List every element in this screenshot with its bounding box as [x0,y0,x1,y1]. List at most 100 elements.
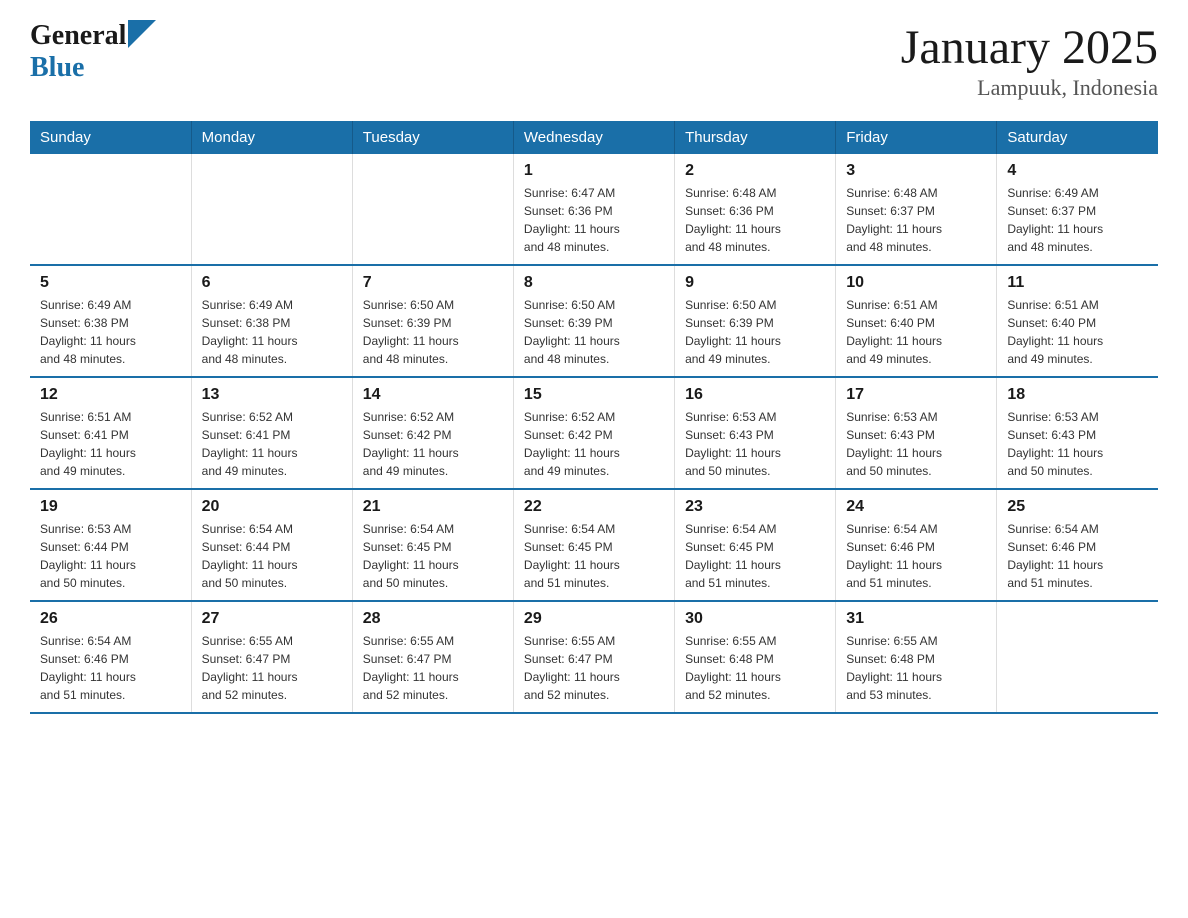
calendar-cell: 24 Sunrise: 6:54 AM Sunset: 6:46 PM Dayli… [836,489,997,601]
day-info: Sunrise: 6:53 AM Sunset: 6:44 PM Dayligh… [40,520,181,592]
day-info: Sunrise: 6:50 AM Sunset: 6:39 PM Dayligh… [685,296,825,368]
title-area: January 2025 Lampuuk, Indonesia [901,20,1158,101]
calendar-cell: 14Sunrise: 6:52 AM Sunset: 6:42 PM Dayli… [352,377,513,489]
day-info: Sunrise: 6:54 AM Sunset: 6:45 PM Dayligh… [363,520,503,592]
calendar-cell: 18 Sunrise: 6:53 AM Sunset: 6:43 PM Dayli… [997,377,1158,489]
day-number: 23 [685,498,825,516]
day-number: 3 [846,162,986,180]
day-info: Sunrise: 6:51 AM Sunset: 6:41 PM Dayligh… [40,408,181,480]
calendar-cell: 3 Sunrise: 6:48 AM Sunset: 6:37 PM Daylig… [836,154,997,265]
day-number: 4 [1007,162,1148,180]
calendar-cell: 23 Sunrise: 6:54 AM Sunset: 6:45 PM Dayli… [675,489,836,601]
calendar-header: SundayMondayTuesdayWednesdayThursdayFrid… [30,121,1158,154]
calendar-cell: 11 Sunrise: 6:51 AM Sunset: 6:40 PM Dayli… [997,265,1158,377]
calendar-cell [30,154,191,265]
day-number: 24 [846,498,986,516]
day-info: Sunrise: 6:54 AM Sunset: 6:46 PM Dayligh… [1007,520,1148,592]
calendar-cell: 6 Sunrise: 6:49 AM Sunset: 6:38 PM Daylig… [191,265,352,377]
calendar-cell [352,154,513,265]
logo: General Blue [30,20,156,84]
calendar-cell: 20 Sunrise: 6:54 AM Sunset: 6:44 PM Dayli… [191,489,352,601]
calendar-cell: 25 Sunrise: 6:54 AM Sunset: 6:46 PM Dayli… [997,489,1158,601]
day-info: Sunrise: 6:55 AM Sunset: 6:47 PM Dayligh… [202,632,342,704]
day-info: Sunrise: 6:48 AM Sunset: 6:36 PM Dayligh… [685,184,825,256]
calendar-cell: 4 Sunrise: 6:49 AM Sunset: 6:37 PM Daylig… [997,154,1158,265]
logo-triangle-icon [128,20,156,48]
weekday-header-saturday: Saturday [997,121,1158,154]
calendar-cell: 1Sunrise: 6:47 AM Sunset: 6:36 PM Daylig… [513,154,674,265]
day-number: 11 [1007,274,1148,292]
day-info: Sunrise: 6:55 AM Sunset: 6:47 PM Dayligh… [524,632,664,704]
day-info: Sunrise: 6:54 AM Sunset: 6:45 PM Dayligh… [685,520,825,592]
calendar-subtitle: Lampuuk, Indonesia [901,75,1158,101]
day-info: Sunrise: 6:49 AM Sunset: 6:38 PM Dayligh… [40,296,181,368]
day-number: 18 [1007,386,1148,404]
page-header: General Blue January 2025 Lampuuk, Indon… [30,20,1158,101]
calendar-cell: 31 Sunrise: 6:55 AM Sunset: 6:48 PM Dayli… [836,601,997,713]
calendar-cell: 12 Sunrise: 6:51 AM Sunset: 6:41 PM Dayli… [30,377,191,489]
day-number: 31 [846,610,986,628]
day-number: 6 [202,274,342,292]
day-number: 28 [363,610,503,628]
day-number: 22 [524,498,664,516]
calendar-cell [191,154,352,265]
calendar-cell: 28 Sunrise: 6:55 AM Sunset: 6:47 PM Dayli… [352,601,513,713]
calendar-cell: 10 Sunrise: 6:51 AM Sunset: 6:40 PM Dayli… [836,265,997,377]
day-number: 9 [685,274,825,292]
day-info: Sunrise: 6:54 AM Sunset: 6:46 PM Dayligh… [846,520,986,592]
calendar-cell: 30Sunrise: 6:55 AM Sunset: 6:48 PM Dayli… [675,601,836,713]
day-info: Sunrise: 6:52 AM Sunset: 6:41 PM Dayligh… [202,408,342,480]
day-number: 17 [846,386,986,404]
weekday-header-friday: Friday [836,121,997,154]
calendar-cell: 17Sunrise: 6:53 AM Sunset: 6:43 PM Dayli… [836,377,997,489]
calendar-cell: 9 Sunrise: 6:50 AM Sunset: 6:39 PM Daylig… [675,265,836,377]
day-number: 13 [202,386,342,404]
calendar-week-row: 12 Sunrise: 6:51 AM Sunset: 6:41 PM Dayli… [30,377,1158,489]
day-number: 26 [40,610,181,628]
day-info: Sunrise: 6:54 AM Sunset: 6:44 PM Dayligh… [202,520,342,592]
calendar-table: SundayMondayTuesdayWednesdayThursdayFrid… [30,121,1158,714]
calendar-body: 1Sunrise: 6:47 AM Sunset: 6:36 PM Daylig… [30,154,1158,713]
weekday-header-monday: Monday [191,121,352,154]
calendar-cell [997,601,1158,713]
day-info: Sunrise: 6:53 AM Sunset: 6:43 PM Dayligh… [1007,408,1148,480]
calendar-cell: 8Sunrise: 6:50 AM Sunset: 6:39 PM Daylig… [513,265,674,377]
calendar-week-row: 26 Sunrise: 6:54 AM Sunset: 6:46 PM Dayli… [30,601,1158,713]
calendar-week-row: 1Sunrise: 6:47 AM Sunset: 6:36 PM Daylig… [30,154,1158,265]
day-number: 16 [685,386,825,404]
calendar-cell: 21 Sunrise: 6:54 AM Sunset: 6:45 PM Dayli… [352,489,513,601]
day-info: Sunrise: 6:55 AM Sunset: 6:48 PM Dayligh… [846,632,986,704]
day-number: 12 [40,386,181,404]
day-info: Sunrise: 6:54 AM Sunset: 6:45 PM Dayligh… [524,520,664,592]
day-number: 7 [363,274,503,292]
day-info: Sunrise: 6:49 AM Sunset: 6:37 PM Dayligh… [1007,184,1148,256]
day-number: 29 [524,610,664,628]
day-info: Sunrise: 6:50 AM Sunset: 6:39 PM Dayligh… [363,296,503,368]
calendar-cell: 22 Sunrise: 6:54 AM Sunset: 6:45 PM Dayli… [513,489,674,601]
calendar-cell: 16 Sunrise: 6:53 AM Sunset: 6:43 PM Dayli… [675,377,836,489]
calendar-cell: 27Sunrise: 6:55 AM Sunset: 6:47 PM Dayli… [191,601,352,713]
day-number: 2 [685,162,825,180]
day-info: Sunrise: 6:51 AM Sunset: 6:40 PM Dayligh… [1007,296,1148,368]
calendar-cell: 15Sunrise: 6:52 AM Sunset: 6:42 PM Dayli… [513,377,674,489]
calendar-title: January 2025 [901,20,1158,75]
weekday-header-wednesday: Wednesday [513,121,674,154]
day-info: Sunrise: 6:51 AM Sunset: 6:40 PM Dayligh… [846,296,986,368]
day-info: Sunrise: 6:55 AM Sunset: 6:47 PM Dayligh… [363,632,503,704]
day-info: Sunrise: 6:54 AM Sunset: 6:46 PM Dayligh… [40,632,181,704]
calendar-cell: 26 Sunrise: 6:54 AM Sunset: 6:46 PM Dayli… [30,601,191,713]
day-number: 21 [363,498,503,516]
calendar-cell: 5Sunrise: 6:49 AM Sunset: 6:38 PM Daylig… [30,265,191,377]
day-number: 20 [202,498,342,516]
day-info: Sunrise: 6:50 AM Sunset: 6:39 PM Dayligh… [524,296,664,368]
day-number: 15 [524,386,664,404]
day-number: 10 [846,274,986,292]
day-info: Sunrise: 6:49 AM Sunset: 6:38 PM Dayligh… [202,296,342,368]
calendar-cell: 2 Sunrise: 6:48 AM Sunset: 6:36 PM Daylig… [675,154,836,265]
day-info: Sunrise: 6:53 AM Sunset: 6:43 PM Dayligh… [685,408,825,480]
day-info: Sunrise: 6:52 AM Sunset: 6:42 PM Dayligh… [363,408,503,480]
logo-blue-text: Blue [30,52,156,84]
weekday-header-tuesday: Tuesday [352,121,513,154]
day-number: 25 [1007,498,1148,516]
day-info: Sunrise: 6:48 AM Sunset: 6:37 PM Dayligh… [846,184,986,256]
